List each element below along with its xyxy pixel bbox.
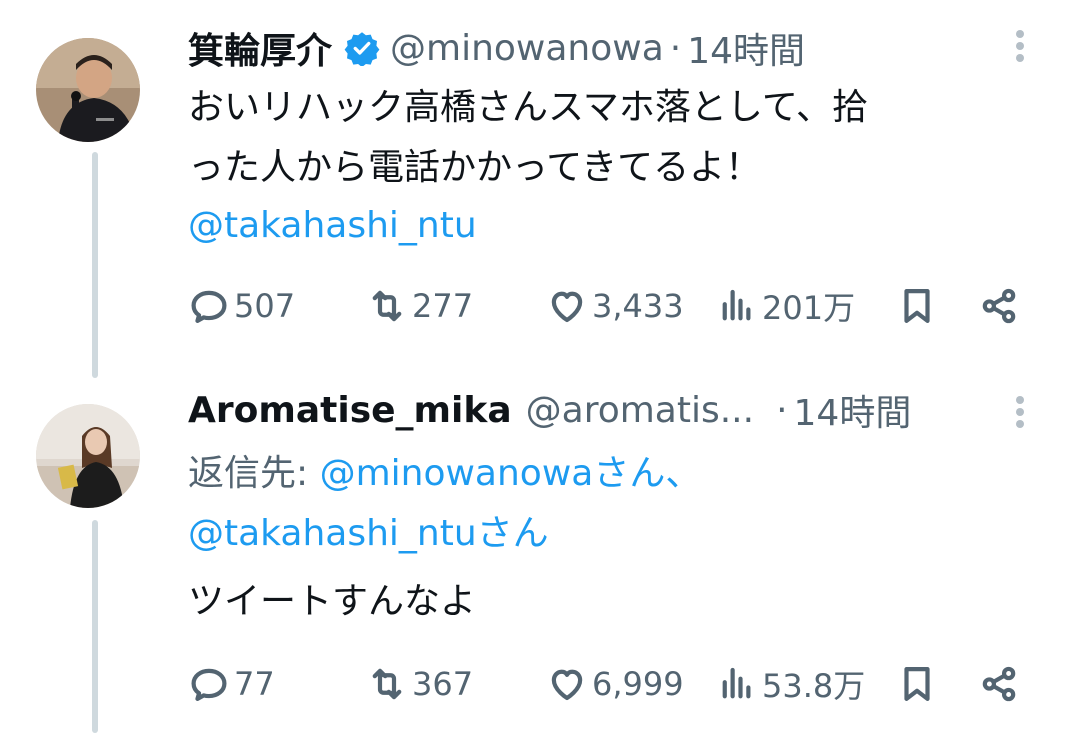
action-bar: 77 367 6,999 53.8万 <box>188 660 1028 708</box>
tweet-header: Aromatise_mika @aromatis... · 14時間 <box>188 384 912 436</box>
like-icon <box>551 291 583 323</box>
avatar-aromatise-mika[interactable] <box>36 404 140 508</box>
retweet-button[interactable]: 277 <box>366 282 473 330</box>
retweet-icon <box>372 668 402 700</box>
retweet-count: 277 <box>412 287 474 325</box>
bookmark-button[interactable] <box>896 282 938 330</box>
share-button[interactable] <box>978 282 1020 330</box>
more-icon[interactable] <box>1012 26 1028 66</box>
views-icon <box>722 667 751 699</box>
display-name[interactable]: Aromatise_mika <box>188 390 512 431</box>
reply-button[interactable]: 77 <box>188 660 275 708</box>
like-count: 6,999 <box>592 665 684 703</box>
views-button[interactable]: 201万 <box>716 282 855 330</box>
action-bar: 507 277 3,433 201万 <box>188 282 1028 330</box>
reply-icon <box>191 290 227 323</box>
user-handle[interactable]: @minowanowa <box>390 28 664 69</box>
separator-dot: · <box>776 389 788 431</box>
view-count: 53.8万 <box>762 667 866 705</box>
views-icon <box>722 289 751 321</box>
share-icon <box>982 666 1016 702</box>
thread-line <box>92 520 98 733</box>
reply-prefix: 返信先: <box>188 453 320 494</box>
reply-count: 507 <box>234 287 296 325</box>
retweet-count: 367 <box>412 665 474 703</box>
like-icon <box>551 669 583 701</box>
reply-button[interactable]: 507 <box>188 282 295 330</box>
reply-icon <box>191 668 227 701</box>
reply-to-link[interactable]: @minowanowaさん、 <box>320 453 702 494</box>
retweet-button[interactable]: 367 <box>366 660 473 708</box>
reply-context: 返信先: @minowanowaさん、 <box>188 444 701 504</box>
more-icon[interactable] <box>1012 392 1028 432</box>
share-icon <box>982 288 1016 324</box>
timestamp[interactable]: 14時間 <box>687 22 805 74</box>
like-button[interactable]: 6,999 <box>546 660 684 708</box>
views-button[interactable]: 53.8万 <box>716 660 865 708</box>
view-count: 201万 <box>762 289 856 327</box>
bookmark-button[interactable] <box>896 660 938 708</box>
mention-link[interactable]: @takahashi_ntu <box>188 196 477 256</box>
display-name[interactable]: 箕輪厚介 <box>188 22 332 74</box>
bookmark-icon <box>904 667 930 701</box>
bookmark-icon <box>904 289 930 323</box>
separator-dot: · <box>669 27 682 69</box>
avatar-minowanowa[interactable] <box>36 38 140 142</box>
user-handle[interactable]: @aromatis... <box>526 390 754 431</box>
like-button[interactable]: 3,433 <box>546 282 684 330</box>
verified-badge-icon <box>344 32 380 66</box>
retweet-icon <box>372 290 402 322</box>
like-count: 3,433 <box>592 287 684 325</box>
tweet-text-line: った人から電話かかってきてるよ！ <box>188 147 762 188</box>
tweet-text-line: ツイートすんなよ <box>188 581 477 622</box>
reply-count: 77 <box>234 665 275 703</box>
reply-to-link[interactable]: @takahashi_ntuさん <box>188 504 549 564</box>
tweet-text-line: おいリハック高橋さんスマホ落として、拾 <box>188 87 869 128</box>
tweet-header: 箕輪厚介 @minowanowa · 14時間 <box>188 22 805 74</box>
share-button[interactable] <box>978 660 1020 708</box>
thread-line <box>92 152 98 378</box>
timestamp[interactable]: 14時間 <box>794 384 912 436</box>
